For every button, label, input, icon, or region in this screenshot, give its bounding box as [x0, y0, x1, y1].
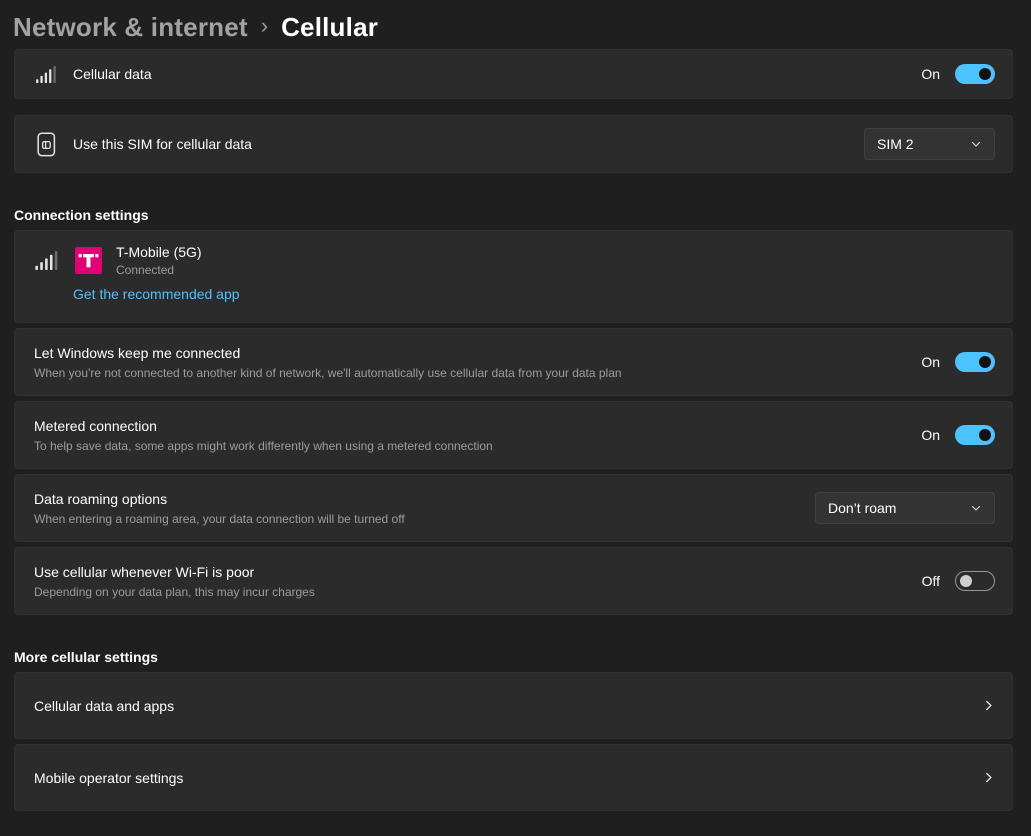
mobile-operator-settings-row[interactable]: Mobile operator settings [14, 744, 1013, 811]
cellular-data-state-label: On [921, 66, 940, 82]
cellular-when-wifi-poor-row: Use cellular whenever Wi-Fi is poor Depe… [14, 547, 1013, 615]
breadcrumb: Network & internet › Cellular [13, 12, 1013, 43]
sim-dropdown-value: SIM 2 [877, 136, 914, 152]
data-roaming-dropdown[interactable]: Don’t roam [815, 492, 995, 524]
mobile-operator-settings-label: Mobile operator settings [34, 770, 982, 786]
metered-connection-toggle[interactable] [955, 425, 995, 445]
recommended-app-link[interactable]: Get the recommended app [73, 286, 240, 302]
data-roaming-description: When entering a roaming area, your data … [34, 512, 815, 526]
keep-connected-row: Let Windows keep me connected When you'r… [14, 328, 1013, 396]
toggle-knob [979, 429, 991, 441]
t-mobile-logo [75, 247, 102, 274]
toggle-knob [979, 68, 991, 80]
metered-connection-row: Metered connection To help save data, so… [14, 401, 1013, 469]
keep-connected-title: Let Windows keep me connected [34, 345, 921, 362]
more-cellular-settings-section-title: More cellular settings [14, 649, 1013, 665]
cellular-when-wifi-poor-toggle[interactable] [955, 571, 995, 591]
connection-settings-section-title: Connection settings [14, 207, 1013, 223]
cellular-when-wifi-poor-title: Use cellular whenever Wi-Fi is poor [34, 564, 922, 581]
signal-bars-icon [34, 66, 58, 83]
sim-card-icon [34, 132, 58, 157]
sim-selector-row: Use this SIM for cellular data SIM 2 [14, 115, 1013, 173]
chevron-down-icon [970, 502, 982, 514]
toggle-knob [979, 356, 991, 368]
breadcrumb-separator-icon: › [248, 13, 281, 39]
chevron-down-icon [970, 138, 982, 150]
toggle-knob [960, 575, 972, 587]
keep-connected-description: When you're not connected to another kin… [34, 366, 921, 380]
page-title: Cellular [281, 12, 378, 43]
data-roaming-title: Data roaming options [34, 491, 815, 508]
chevron-right-icon [982, 771, 995, 784]
settings-page: Network & internet › Cellular Cellular d… [0, 0, 1031, 811]
network-name: T-Mobile (5G) [116, 244, 202, 260]
cellular-when-wifi-poor-description: Depending on your data plan, this may in… [34, 585, 922, 599]
data-roaming-dropdown-value: Don’t roam [828, 500, 896, 516]
metered-connection-title: Metered connection [34, 418, 921, 435]
network-status: Connected [116, 263, 202, 277]
sim-selector-label: Use this SIM for cellular data [73, 136, 864, 152]
data-roaming-row: Data roaming options When entering a roa… [14, 474, 1013, 542]
keep-connected-toggle[interactable] [955, 352, 995, 372]
chevron-right-icon [982, 699, 995, 712]
cellular-data-row: Cellular data On [14, 49, 1013, 99]
network-card: T-Mobile (5G) Connected Get the recommen… [14, 230, 1013, 323]
cellular-data-toggle[interactable] [955, 64, 995, 84]
cellular-data-and-apps-row[interactable]: Cellular data and apps [14, 672, 1013, 739]
cellular-when-wifi-poor-state-label: Off [922, 573, 940, 589]
cellular-data-label: Cellular data [73, 66, 921, 82]
keep-connected-state-label: On [921, 354, 940, 370]
sim-dropdown[interactable]: SIM 2 [864, 128, 995, 160]
metered-connection-description: To help save data, some apps might work … [34, 439, 921, 453]
cellular-data-and-apps-label: Cellular data and apps [34, 698, 982, 714]
metered-connection-state-label: On [921, 427, 940, 443]
signal-bars-icon [34, 251, 58, 270]
breadcrumb-parent[interactable]: Network & internet [13, 12, 248, 43]
